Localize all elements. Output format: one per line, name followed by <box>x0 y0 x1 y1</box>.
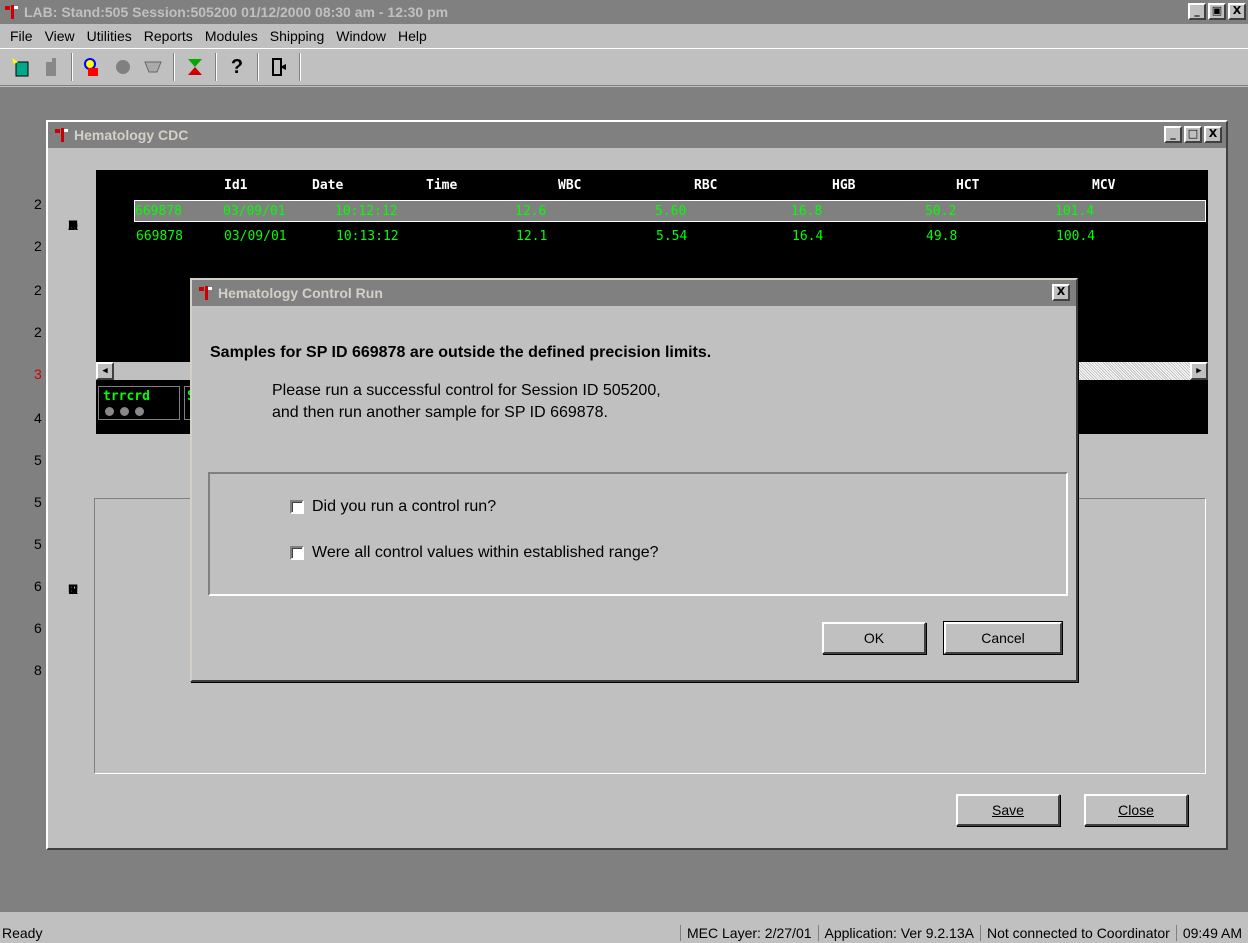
minimize-button[interactable]: _ <box>1188 3 1206 20</box>
trrcrd-label: trrcrd <box>103 389 150 404</box>
menu-shipping[interactable]: Shipping <box>270 28 325 44</box>
child-title-bar: Hematology CDC _ □ X <box>48 122 1226 148</box>
dialog-title: Hematology Control Run <box>218 285 383 301</box>
menu-bar: File View Utilities Reports Modules Ship… <box>0 24 1248 48</box>
ok-button[interactable]: OK <box>822 622 926 654</box>
control-range-label: Were all control values within establish… <box>312 544 659 561</box>
menu-help[interactable]: Help <box>398 28 427 44</box>
save-button[interactable]: Save <box>956 794 1060 826</box>
checkbox-group: Did you run a control run? Were all cont… <box>208 472 1068 596</box>
dialog-message-line2: and then run another sample for SP ID 66… <box>272 404 608 421</box>
scroll-track[interactable] <box>1076 362 1190 380</box>
lab-app-icon <box>5 5 18 19</box>
col-header-hct[interactable]: HCT <box>956 178 979 193</box>
menu-modules[interactable]: Modules <box>205 28 258 44</box>
table-row[interactable]: 669878 03/09/01 10:13:12 12.1 5.54 16.4 … <box>136 226 1208 248</box>
dialog-message-line1: Please run a successful control for Sess… <box>272 382 661 399</box>
cancel-button[interactable]: Cancel <box>943 621 1063 655</box>
control-range-checkbox[interactable] <box>290 546 304 560</box>
dialog-title-bar: Hematology Control Run X <box>192 280 1076 306</box>
dialog-close-button[interactable]: X <box>1052 284 1070 301</box>
menu-reports[interactable]: Reports <box>144 28 193 44</box>
indicator-lights <box>105 405 144 420</box>
status-bar: Ready MEC Layer: 2/27/01 Application: Ve… <box>0 923 1248 943</box>
scroll-left-button[interactable]: ◀ <box>96 362 114 380</box>
help-icon[interactable]: ? <box>223 53 251 81</box>
status-ready: Ready <box>2 925 43 941</box>
menu-utilities[interactable]: Utilities <box>87 28 132 44</box>
scroll-right-button[interactable]: ▶ <box>1190 362 1208 380</box>
col-header-mcv[interactable]: MCV <box>1092 178 1115 193</box>
trrcrd-panel: trrcrd <box>98 386 180 420</box>
col-header-time[interactable]: Time <box>426 178 457 193</box>
col-header-rbc[interactable]: RBC <box>694 178 717 193</box>
lab-window-icon <box>55 128 68 142</box>
child-maximize-button[interactable]: □ <box>1184 126 1202 143</box>
control-range-checkbox-row[interactable]: Were all control values within establish… <box>290 544 659 562</box>
exit-icon[interactable] <box>265 53 293 81</box>
hematology-control-run-dialog: Hematology Control Run X Samples for SP … <box>190 278 1078 682</box>
control-run-checkbox-row[interactable]: Did you run a control run? <box>290 498 496 516</box>
restore-button[interactable]: ▣ <box>1208 3 1226 20</box>
col-header-hgb[interactable]: HGB <box>832 178 855 193</box>
control-run-checkbox[interactable] <box>290 500 304 514</box>
edit-icon[interactable] <box>37 53 65 81</box>
col-header-wbc[interactable]: WBC <box>558 178 581 193</box>
status-coordinator: Not connected to Coordinator <box>979 925 1176 941</box>
col-header-id1[interactable]: Id1 <box>224 178 247 193</box>
col-header-date[interactable]: Date <box>312 178 343 193</box>
child-close-button[interactable]: X <box>1204 126 1222 143</box>
app-title-bar: LAB: Stand:505 Session:505200 01/12/2000… <box>0 0 1248 24</box>
toolbar: ? <box>0 48 1248 86</box>
dialog-heading: Samples for SP ID 669878 are outside the… <box>210 344 712 361</box>
tray-icon[interactable] <box>139 53 167 81</box>
new-icon[interactable] <box>7 53 35 81</box>
app-title: LAB: Stand:505 Session:505200 01/12/2000… <box>24 4 449 20</box>
table-row-selected[interactable]: 669878 03/09/01 10:12:12 12.6 5.60 16.8 … <box>134 200 1206 222</box>
status-app-version: Application: Ver 9.2.13A <box>817 925 980 941</box>
status-mec: MEC Layer: 2/27/01 <box>680 925 818 941</box>
hourglass-icon[interactable] <box>181 53 209 81</box>
search-icon[interactable] <box>79 53 107 81</box>
lab-dialog-icon <box>199 286 212 300</box>
status-time: 09:49 AM <box>1175 925 1248 941</box>
menu-view[interactable]: View <box>45 28 75 44</box>
child-title: Hematology CDC <box>74 127 189 143</box>
child-minimize-button[interactable]: _ <box>1164 126 1182 143</box>
stop-icon[interactable] <box>109 53 137 81</box>
control-run-label: Did you run a control run? <box>312 498 497 515</box>
close-app-button[interactable]: X <box>1228 3 1246 20</box>
menu-file[interactable]: File <box>10 28 33 44</box>
close-button[interactable]: Close <box>1084 794 1188 826</box>
menu-window[interactable]: Window <box>336 28 386 44</box>
